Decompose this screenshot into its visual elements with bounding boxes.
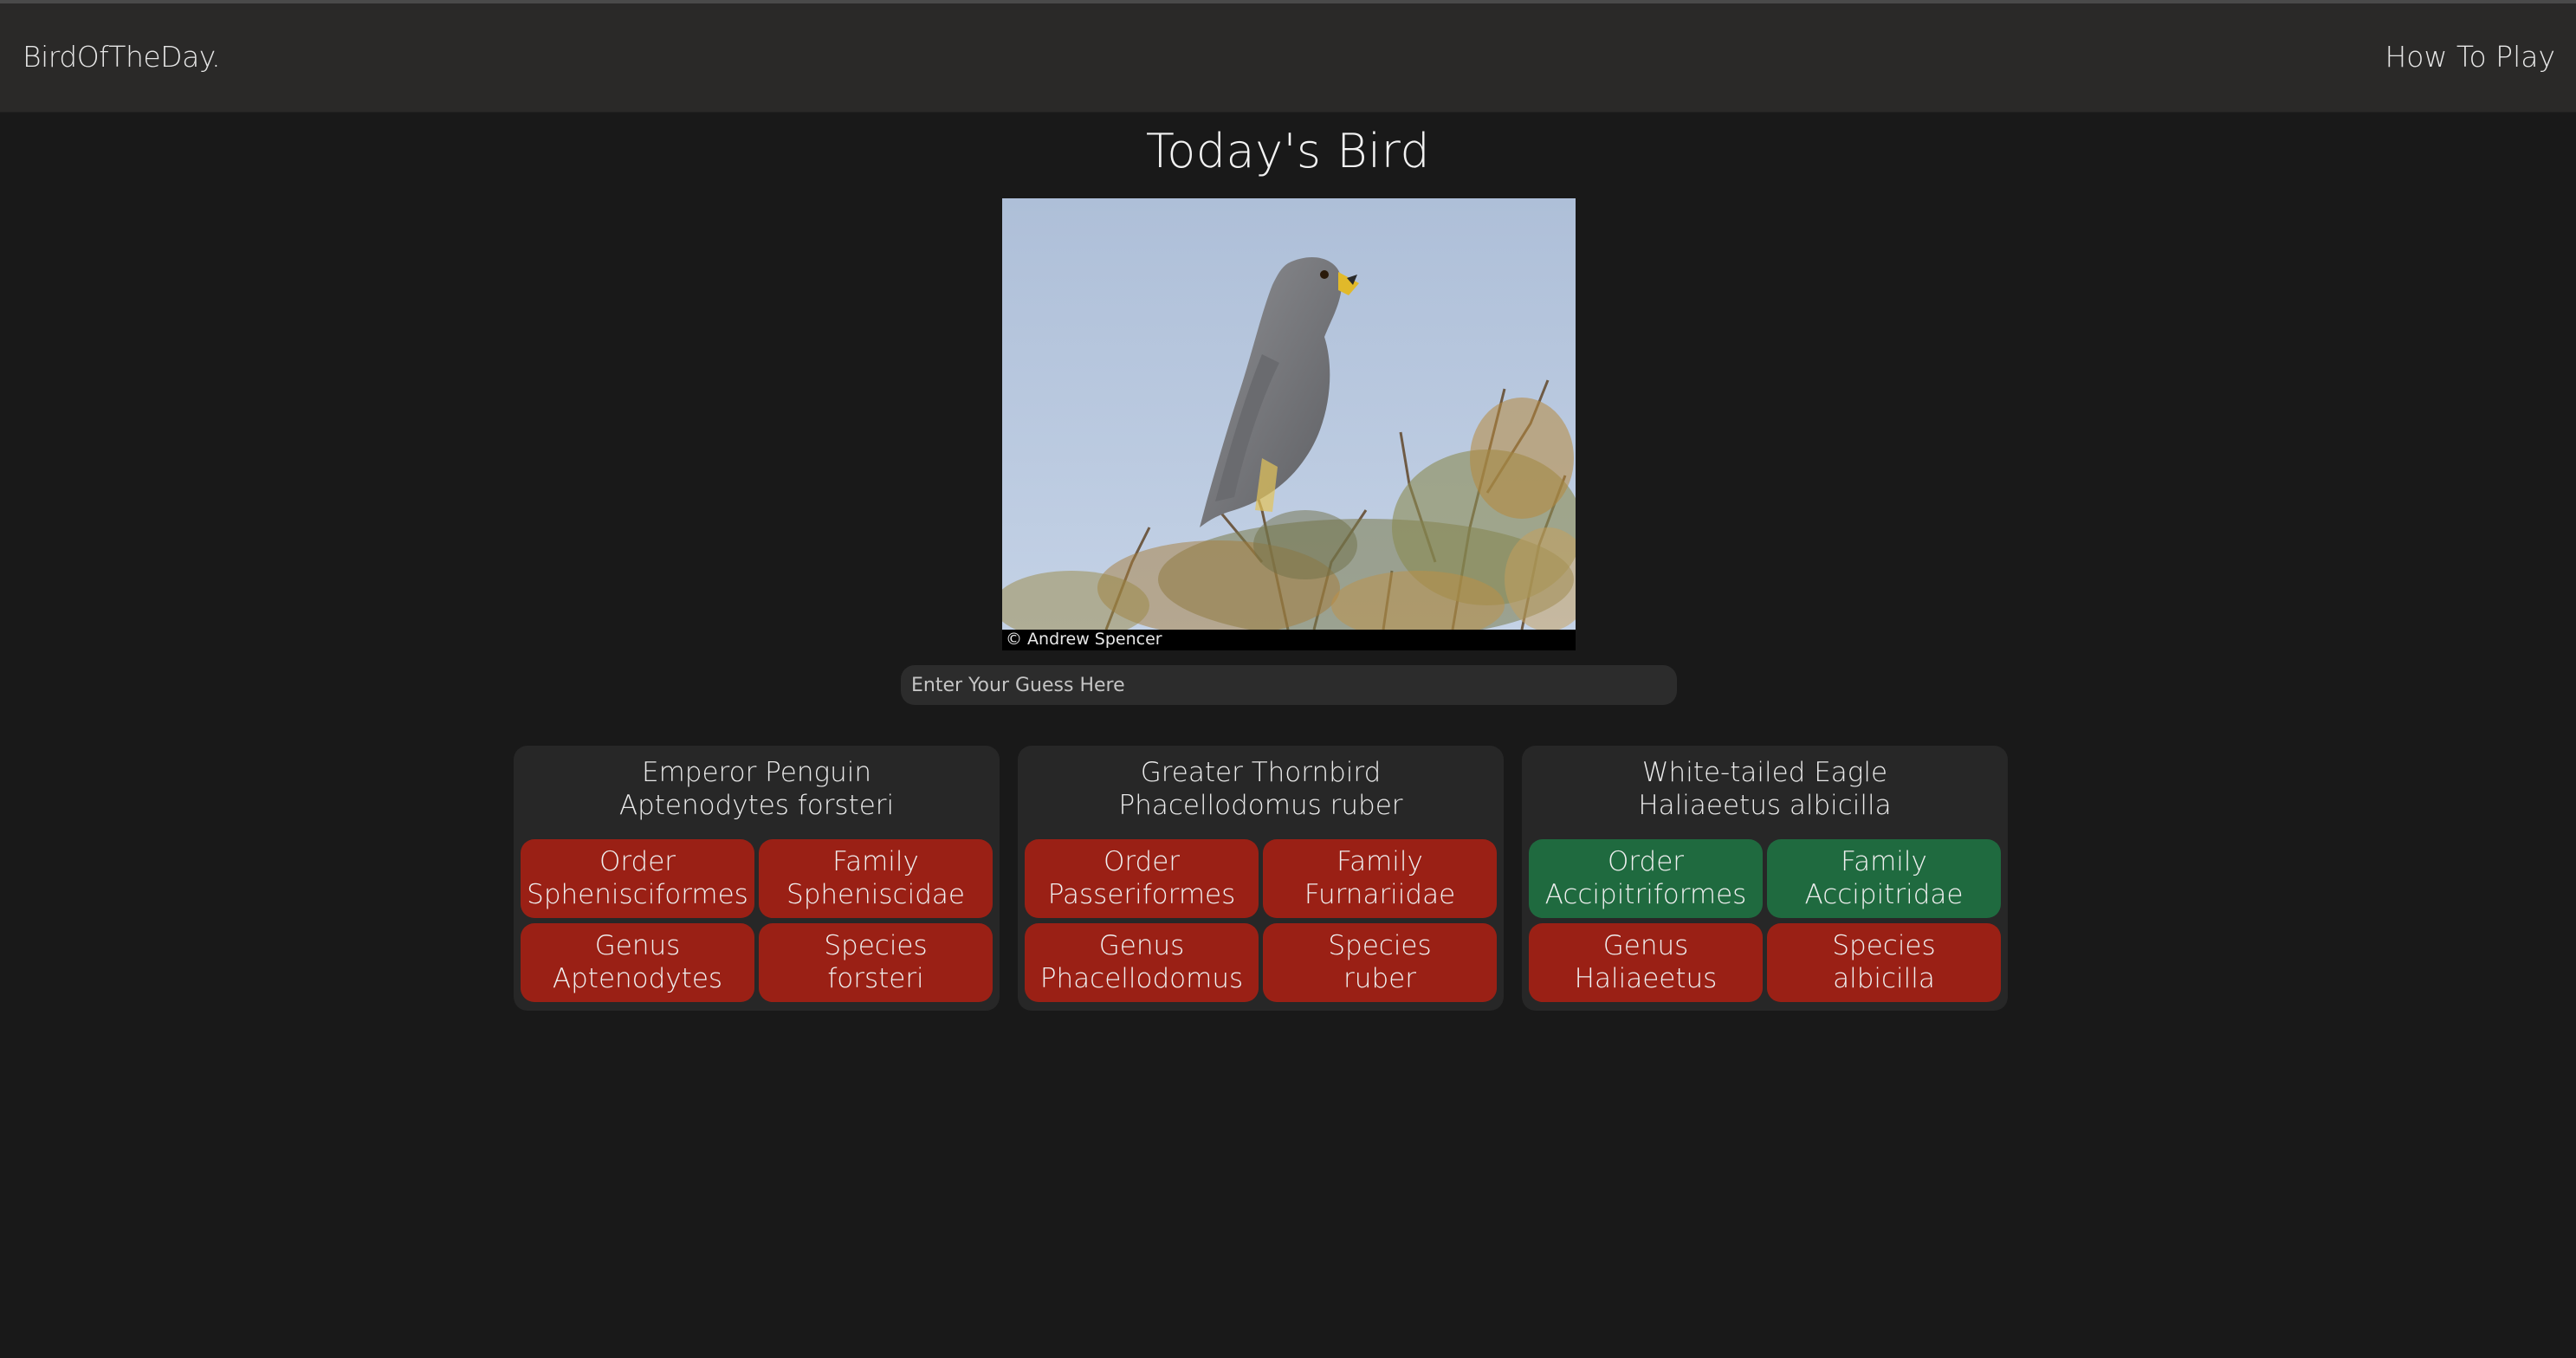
- tile-value: Haliaeetus: [1574, 963, 1718, 994]
- guess-scientific-name: Aptenodytes forsteri: [618, 790, 895, 821]
- guess-input[interactable]: [901, 665, 1677, 705]
- tile-value: Phacellodomus: [1039, 963, 1244, 994]
- tile-label: Family: [1841, 846, 1927, 877]
- guess-common-name: Greater Thornbird: [1140, 757, 1382, 788]
- order-tile: Order Sphenisciformes: [521, 839, 754, 918]
- tile-label: Genus: [594, 930, 681, 961]
- guess-card: Greater Thornbird Phacellodomus ruber Or…: [1018, 746, 1504, 1011]
- guess-common-name: White-tailed Eagle: [1641, 757, 1888, 788]
- how-to-play-link[interactable]: How To Play: [2385, 40, 2555, 74]
- species-tile: Species ruber: [1263, 923, 1497, 1002]
- guess-common-name: Emperor Penguin: [642, 757, 871, 788]
- tile-value: Spheniscidae: [786, 879, 965, 910]
- tile-label: Genus: [1098, 930, 1185, 961]
- family-tile: Family Accipitridae: [1767, 839, 2001, 918]
- tile-label: Family: [832, 846, 919, 877]
- order-tile: Order Passeriformes: [1025, 839, 1259, 918]
- navbar: BirdOfTheDay. How To Play: [0, 3, 2576, 113]
- tile-label: Genus: [1602, 930, 1689, 961]
- tile-value: Accipitridae: [1804, 879, 1964, 910]
- brand-logo-link[interactable]: BirdOfTheDay.: [23, 40, 221, 74]
- page-title: Today's Bird: [1145, 124, 1431, 178]
- genus-tile: Genus Aptenodytes: [521, 923, 754, 1002]
- tile-label: Order: [1103, 846, 1181, 877]
- guess-scientific-name: Haliaeetus albicilla: [1638, 790, 1892, 821]
- bird-photo: © Andrew Spencer: [1002, 198, 1576, 650]
- tile-label: Species: [824, 930, 928, 961]
- tile-label: Order: [1607, 846, 1685, 877]
- genus-tile: Genus Phacellodomus: [1025, 923, 1259, 1002]
- species-tile: Species albicilla: [1767, 923, 2001, 1002]
- family-tile: Family Furnariidae: [1263, 839, 1497, 918]
- tile-value: forsteri: [827, 963, 924, 994]
- photo-credit: © Andrew Spencer: [1006, 630, 1162, 649]
- family-tile: Family Spheniscidae: [759, 839, 993, 918]
- guess-results: Emperor Penguin Aptenodytes forsteri Ord…: [514, 746, 2008, 1011]
- genus-tile: Genus Haliaeetus: [1529, 923, 1763, 1002]
- tile-value: Passeriformes: [1047, 879, 1236, 910]
- tile-label: Order: [599, 846, 676, 877]
- bird-photo-image: [1002, 198, 1576, 650]
- tile-label: Species: [1328, 930, 1432, 961]
- tile-value: Accipitriformes: [1544, 879, 1747, 910]
- guess-card: Emperor Penguin Aptenodytes forsteri Ord…: [514, 746, 1000, 1011]
- guess-card: White-tailed Eagle Haliaeetus albicilla …: [1522, 746, 2008, 1011]
- tile-label: Species: [1832, 930, 1936, 961]
- tile-label: Family: [1337, 846, 1423, 877]
- order-tile: Order Accipitriformes: [1529, 839, 1763, 918]
- guess-scientific-name: Phacellodomus ruber: [1118, 790, 1403, 821]
- tile-value: Furnariidae: [1304, 879, 1456, 910]
- tile-value: Sphenisciformes: [527, 879, 748, 910]
- tile-value: ruber: [1343, 963, 1416, 994]
- species-tile: Species forsteri: [759, 923, 993, 1002]
- tile-value: Aptenodytes: [552, 963, 723, 994]
- tile-value: albicilla: [1833, 963, 1935, 994]
